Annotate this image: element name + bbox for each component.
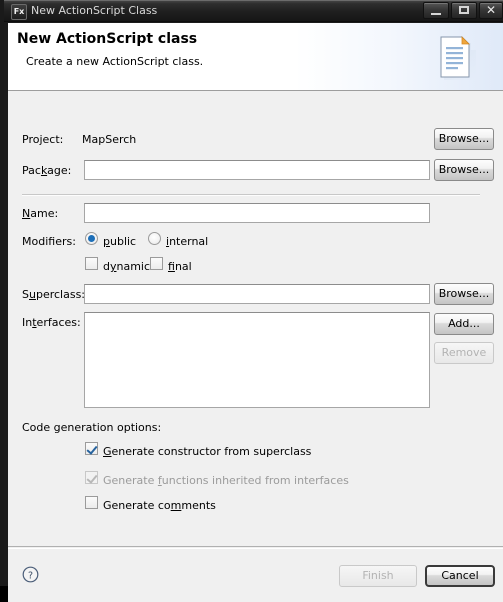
code-generation-label: Code generation options: <box>22 421 162 434</box>
package-input[interactable] <box>84 160 430 180</box>
finish-button: Finish <box>339 565 417 587</box>
checkbox-generate-constructor-label: Generate constructor from superclass <box>103 445 311 458</box>
radio-public-label: public <box>103 235 136 248</box>
radio-internal-label: internal <box>166 235 208 248</box>
dialog-button-bar: ? Finish Cancel <box>8 548 503 602</box>
checkbox-dynamic-label: dynamic <box>103 260 150 273</box>
name-label-mnemonic: N <box>22 207 31 220</box>
superclass-browse-button[interactable]: Browse... <box>434 283 494 305</box>
name-input[interactable] <box>84 203 430 223</box>
cd-post: namic <box>116 260 151 273</box>
checkbox-final[interactable] <box>150 257 163 270</box>
sc-post: perclass: <box>35 288 86 301</box>
checkbox-generate-comments-label: Generate comments <box>103 499 216 512</box>
modifiers-label: Modifiers: <box>22 235 76 248</box>
app-icon: Fx <box>11 4 27 20</box>
radio-public-text: ublic <box>109 235 137 248</box>
interfaces-list[interactable] <box>84 312 430 408</box>
project-browse-button[interactable]: Browse... <box>434 128 494 150</box>
cf-post: inal <box>174 260 192 273</box>
gm-mn: m <box>170 499 182 512</box>
checkbox-final-label: final <box>168 260 192 273</box>
maximize-icon <box>459 6 469 14</box>
close-icon: ✕ <box>485 3 497 17</box>
gc-post: enerate constructor from superclass <box>111 445 312 458</box>
package-label: Package: <box>22 164 71 177</box>
checkbox-dynamic[interactable] <box>85 257 98 270</box>
cancel-button[interactable]: Cancel <box>425 565 495 587</box>
cf-mn: f <box>168 260 175 273</box>
radio-internal-text: nternal <box>169 235 209 248</box>
maximize-button[interactable] <box>451 2 477 19</box>
interfaces-add-button[interactable]: Add... <box>434 313 494 335</box>
gf-pre: Generate <box>103 474 158 487</box>
checkbox-generate-comments[interactable] <box>85 496 98 509</box>
name-label-post: ame: <box>30 207 59 220</box>
name-label: Name: <box>22 207 58 220</box>
gm-post: ments <box>181 499 216 512</box>
window-title: New ActionScript Class <box>31 4 158 17</box>
gc-mn: G <box>103 445 112 458</box>
gm-pre: Generate co <box>103 499 171 512</box>
dialog-window: Fx New ActionScript Class ✕ New ActionSc… <box>0 0 503 602</box>
package-label-post: age: <box>47 164 72 177</box>
interfaces-remove-button: Remove <box>434 342 494 364</box>
checkbox-generate-constructor[interactable] <box>85 442 98 455</box>
if-post: erfaces: <box>36 316 81 329</box>
interfaces-label: Interfaces: <box>22 316 81 329</box>
checkbox-generate-functions <box>85 471 98 484</box>
dialog-banner: New ActionScript class Create a new Acti… <box>8 23 503 91</box>
superclass-input[interactable] <box>84 284 430 304</box>
project-label: Project: <box>22 133 64 146</box>
help-icon[interactable]: ? <box>22 566 39 583</box>
superclass-label: Superclass: <box>22 288 85 301</box>
page-description: Create a new ActionScript class. <box>26 55 204 68</box>
titlebar-highlight <box>4 0 503 1</box>
sc-pre: S <box>22 288 29 301</box>
separator-1 <box>22 194 480 196</box>
checkbox-generate-functions-label: Generate functions inherited from interf… <box>103 474 349 487</box>
gf-post: unctions inherited from interfaces <box>161 474 349 487</box>
svg-text:?: ? <box>28 570 33 581</box>
page-title: New ActionScript class <box>17 31 198 47</box>
dialog-body: New ActionScript class Create a new Acti… <box>8 23 503 602</box>
radio-public-mnemonic: p <box>103 235 110 248</box>
minimize-icon <box>431 13 441 15</box>
if-pre: In <box>22 316 33 329</box>
package-browse-button[interactable]: Browse... <box>434 159 494 181</box>
title-bar[interactable]: Fx New ActionScript Class ✕ <box>4 0 503 22</box>
sc-mn: u <box>28 288 36 301</box>
cd-pre: d <box>103 260 110 273</box>
minimize-button[interactable] <box>423 2 449 19</box>
radio-public[interactable] <box>85 232 98 245</box>
radio-internal[interactable] <box>148 232 161 245</box>
document-icon <box>440 36 476 80</box>
project-value: MapSerch <box>82 133 137 146</box>
form-area: Project: MapSerch Browse... Package: Bro… <box>8 92 503 547</box>
package-label-pre: Pac <box>22 164 41 177</box>
close-button[interactable]: ✕ <box>479 2 503 19</box>
